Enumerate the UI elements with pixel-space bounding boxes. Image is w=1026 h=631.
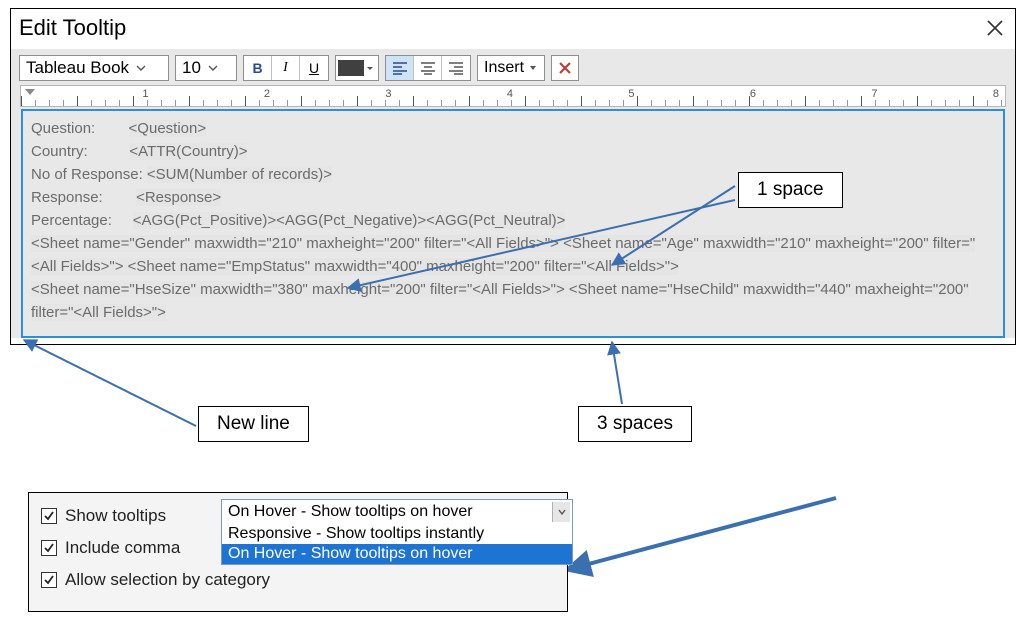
font-size-value: 10 xyxy=(182,58,201,78)
tooltip-options-panel: Show tooltips Include comma Allow select… xyxy=(28,492,568,612)
include-command-label: Include comma xyxy=(65,538,180,558)
insert-label: Insert xyxy=(484,59,524,77)
font-color-picker[interactable] xyxy=(335,55,379,81)
format-toolbar: Tableau Book 10 B I U xyxy=(19,55,1007,81)
include-command-checkbox[interactable] xyxy=(41,540,57,556)
align-group xyxy=(385,55,471,81)
close-icon[interactable] xyxy=(985,18,1005,38)
annotation-new-line: New line xyxy=(198,406,309,442)
edit-tooltip-dialog: Edit Tooltip Tableau Book 10 B I U xyxy=(10,8,1016,345)
tooltip-editor[interactable]: Question: <Question> Country: <ATTR(Coun… xyxy=(21,109,1005,338)
dropdown-option-onhover[interactable]: On Hover - Show tooltips on hover xyxy=(222,544,572,564)
sheet-refs-line1: <Sheet name="Gender" maxwidth="210" maxh… xyxy=(31,235,975,275)
font-size-select[interactable]: 10 xyxy=(175,55,237,81)
allow-selection-label: Allow selection by category xyxy=(65,570,270,590)
color-swatch xyxy=(338,60,364,76)
font-family-select[interactable]: Tableau Book xyxy=(19,55,169,81)
chevron-down-icon[interactable] xyxy=(552,502,570,522)
align-right-button[interactable] xyxy=(442,56,470,80)
italic-button[interactable]: I xyxy=(272,56,300,80)
annotation-three-spaces: 3 spaces xyxy=(578,406,692,442)
dropdown-selected: On Hover - Show tooltips on hover xyxy=(228,503,473,521)
style-group: B I U xyxy=(243,55,329,81)
ruler[interactable]: 1 2 3 4 5 6 7 8 xyxy=(20,85,1006,107)
underline-button[interactable]: U xyxy=(300,56,328,80)
allow-selection-checkbox[interactable] xyxy=(41,572,57,588)
dialog-title: Edit Tooltip xyxy=(19,15,126,41)
align-left-button[interactable] xyxy=(386,56,414,80)
toolbar-area: Tableau Book 10 B I U xyxy=(11,49,1015,338)
annotation-one-space: 1 space xyxy=(738,172,843,208)
align-center-button[interactable] xyxy=(414,56,442,80)
dropdown-list: Responsive - Show tooltips instantly On … xyxy=(222,524,572,564)
tooltip-mode-dropdown[interactable]: On Hover - Show tooltips on hover Respon… xyxy=(221,499,573,565)
titlebar: Edit Tooltip xyxy=(11,9,1015,49)
sheet-refs-line2: <Sheet name="HseSize" maxwidth="380" max… xyxy=(31,281,969,321)
font-family-value: Tableau Book xyxy=(26,58,129,78)
show-tooltips-checkbox[interactable] xyxy=(41,508,57,524)
clear-button[interactable] xyxy=(551,55,579,81)
insert-button[interactable]: Insert xyxy=(477,55,545,81)
bold-button[interactable]: B xyxy=(244,56,272,80)
dropdown-option-responsive[interactable]: Responsive - Show tooltips instantly xyxy=(222,524,572,544)
show-tooltips-label: Show tooltips xyxy=(65,506,166,526)
